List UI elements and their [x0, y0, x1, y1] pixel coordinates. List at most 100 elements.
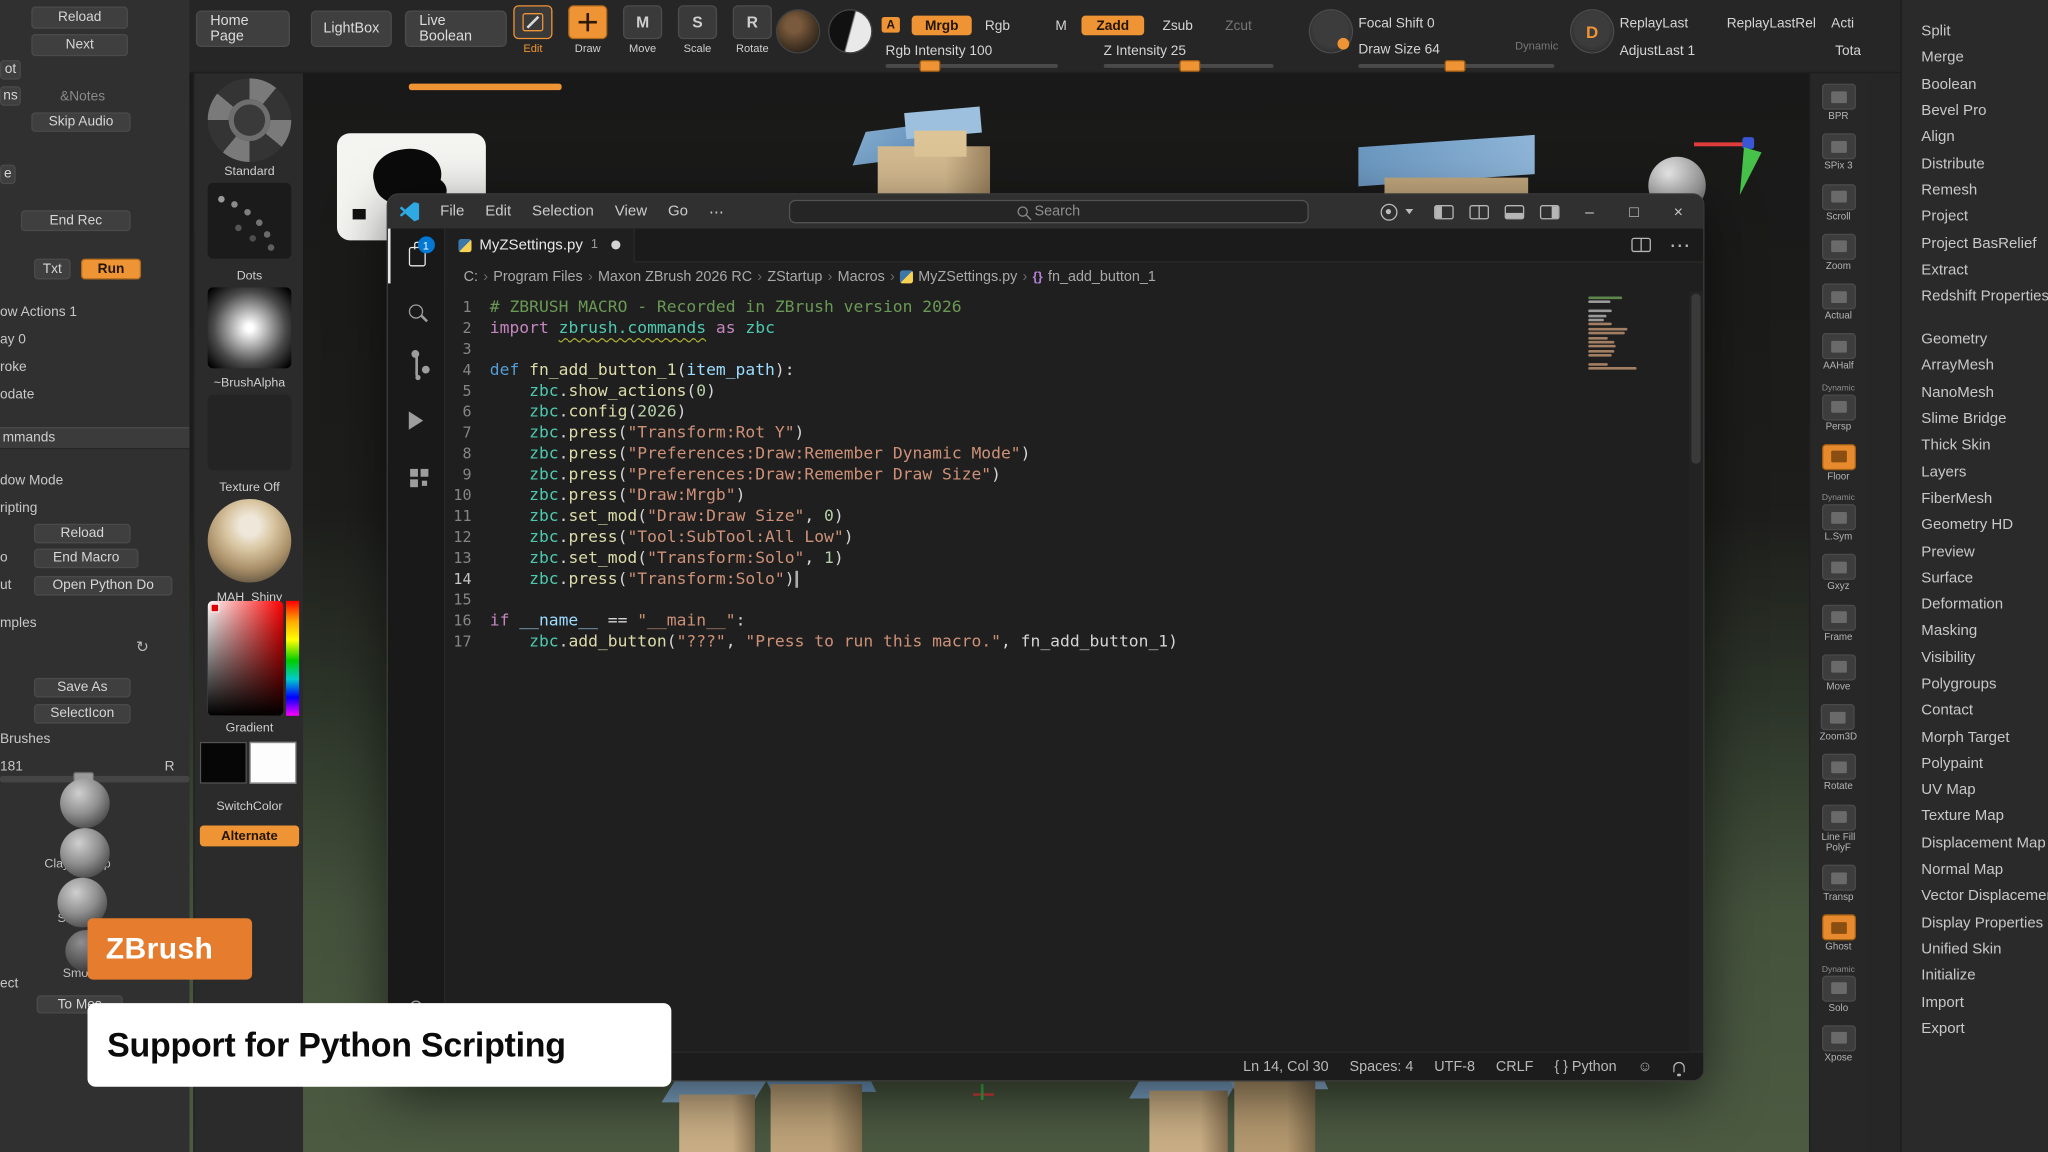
menu-item[interactable]: Masking [1921, 618, 2048, 645]
editor-scrollbar[interactable] [1689, 291, 1703, 1051]
left-panel-item[interactable]: End Macro [34, 549, 138, 569]
menu-item[interactable]: Texture Map [1921, 804, 2048, 831]
viewport-control[interactable]: BPR [1821, 84, 1855, 122]
viewport-control[interactable]: Move [1821, 654, 1855, 692]
a-toggle[interactable]: A [882, 17, 900, 33]
secondary-color-swatch[interactable] [249, 742, 296, 784]
menu-item[interactable]: Contact [1921, 698, 2048, 725]
breadcrumb-item[interactable]: Maxon ZBrush 2026 RC [598, 269, 752, 285]
menu-item[interactable]: Polygroups [1921, 671, 2048, 698]
viewport-control[interactable]: Xpose [1821, 1025, 1855, 1063]
viewport-control[interactable]: Zoom3D [1820, 704, 1858, 742]
menu-item[interactable]: Split [1921, 18, 2048, 45]
minimap[interactable] [1588, 296, 1643, 369]
toggle-sidebar-icon[interactable] [1434, 204, 1454, 218]
menu-item[interactable]: Remesh [1921, 177, 2048, 204]
tool-button[interactable]: S Scale [674, 5, 721, 55]
gizmo-x-axis[interactable] [1694, 142, 1749, 146]
code-line[interactable]: 11 zbc.set_mod("Draw:Draw Size", 0) [445, 505, 1703, 526]
left-panel-item[interactable]: Save As [34, 678, 131, 698]
toggle-panel-icon[interactable] [1505, 204, 1525, 218]
breadcrumb-item[interactable]: {}fn_add_button_1 [1033, 269, 1156, 285]
chevron-down-icon[interactable] [1405, 209, 1413, 214]
menu-item[interactable]: Align [1921, 124, 2048, 151]
left-panel-item[interactable]: Reload [31, 7, 128, 29]
left-panel-item[interactable]: &Notes [60, 89, 117, 105]
menu-item[interactable]: Layers [1921, 459, 2048, 486]
menu-item[interactable]: Merge [1921, 45, 2048, 72]
code-line[interactable]: 8 zbc.press("Preferences:Draw:Remember D… [445, 443, 1703, 464]
code-line[interactable]: 7 zbc.press("Transform:Rot Y") [445, 422, 1703, 443]
nav-button[interactable]: Live Boolean [405, 10, 507, 47]
source-control-icon[interactable] [387, 338, 444, 393]
menu-item[interactable]: Import [1921, 989, 2048, 1016]
left-panel-item[interactable]: 181 [0, 759, 31, 775]
code-line[interactable]: 17 zbc.add_button("???", "Press to run t… [445, 631, 1703, 652]
tool-button[interactable]: M Move [619, 5, 666, 55]
menu-item[interactable]: Normal Map [1921, 857, 2048, 884]
code-line[interactable]: 14 zbc.press("Transform:Solo") [445, 568, 1703, 589]
left-panel-item[interactable]: SelectIcon [34, 704, 131, 724]
menu-item[interactable]: NanoMesh [1921, 380, 2048, 407]
viewport-control[interactable]: AAHalf [1821, 333, 1855, 371]
brush-thumb-claybuildup[interactable] [60, 828, 110, 878]
slider-handle[interactable] [1179, 60, 1200, 72]
vscode-titlebar[interactable]: FileEditSelectionViewGo⋯ Search – □ × [388, 195, 1703, 229]
zsub-button[interactable]: Zsub [1162, 18, 1192, 34]
zadd-button[interactable]: Zadd [1081, 16, 1144, 36]
left-panel-item[interactable]: o [0, 550, 13, 566]
status-item[interactable]: CRLF [1496, 1059, 1534, 1075]
split-editor-icon[interactable] [1469, 204, 1489, 218]
left-panel-item[interactable]: mples [0, 615, 55, 631]
brush-preview[interactable] [208, 78, 292, 162]
tool-button[interactable]: R Rotate [729, 5, 776, 55]
left-panel-item[interactable]: ot [0, 60, 21, 80]
left-panel-item[interactable]: ns [0, 86, 21, 106]
left-panel-item[interactable]: mmands [0, 427, 189, 449]
main-color-swatch[interactable] [200, 742, 247, 784]
mrgb-button[interactable]: Mrgb [912, 16, 972, 36]
left-panel-item[interactable]: ay 0 [0, 332, 44, 348]
viewport-control[interactable]: Dynamic Persp [1821, 383, 1855, 432]
left-panel-item[interactable]: Reload [34, 524, 131, 544]
menu-item[interactable]: Visibility [1921, 645, 2048, 672]
menu-item[interactable]: Vector Displacement [1921, 883, 2048, 910]
menu-item[interactable]: Project BasRelief [1921, 230, 2048, 257]
breadcrumb-item[interactable]: ZStartup [767, 269, 822, 285]
rgb-intensity-slider-label[interactable]: Rgb Intensity 100 [886, 43, 993, 59]
viewport-control[interactable]: Transp [1821, 865, 1855, 903]
menu-item[interactable]: Geometry [1921, 327, 2048, 354]
adjust-last-slider-label[interactable]: AdjustLast 1 [1620, 43, 1695, 59]
viewport-control[interactable]: SPix 3 [1821, 134, 1855, 172]
hue-strip[interactable] [286, 601, 299, 716]
tab-myzsettings[interactable]: MyZSettings.py 1 [445, 228, 634, 262]
left-panel-item[interactable]: dow Mode [0, 473, 76, 489]
alpha-preview[interactable] [208, 287, 292, 368]
menu-item[interactable]: Preview [1921, 539, 2048, 566]
viewport-control[interactable]: Line Fill PolyF [1811, 804, 1866, 853]
menu-item[interactable]: Geometry HD [1921, 512, 2048, 539]
scrollbar-thumb[interactable] [1691, 294, 1700, 464]
menubar-item[interactable]: View [604, 195, 657, 229]
editor-actions-more-icon[interactable]: ⋯ [1669, 232, 1690, 258]
code-line[interactable]: 13 zbc.set_mod("Transform:Solo", 1) [445, 547, 1703, 568]
maximize-button[interactable]: □ [1614, 195, 1653, 229]
status-item[interactable]: Spaces: 4 [1350, 1059, 1414, 1075]
viewport-control[interactable]: Scroll [1821, 184, 1855, 222]
explorer-icon[interactable]: 1 [387, 229, 444, 284]
menu-item[interactable]: UV Map [1921, 777, 2048, 804]
left-panel-item[interactable]: Next [31, 34, 128, 56]
acti-button[interactable]: Acti [1831, 16, 1854, 32]
dynamic-label[interactable]: Dynamic [1515, 39, 1558, 52]
left-panel-item[interactable]: ripting [0, 500, 57, 516]
code-line[interactable]: 1# ZBRUSH MACRO - Recorded in ZBrush ver… [445, 296, 1703, 317]
menu-item[interactable]: Slime Bridge [1921, 406, 2048, 433]
lightbox-divider-handle[interactable] [409, 84, 562, 91]
status-item[interactable]: UTF-8 [1434, 1059, 1475, 1075]
menubar-item[interactable]: Edit [475, 195, 522, 229]
bw-sphere-icon[interactable] [829, 10, 871, 52]
rgb-button[interactable]: Rgb [985, 18, 1010, 34]
menu-item[interactable]: Displacement Map [1921, 830, 2048, 857]
status-item[interactable]: { } Python [1554, 1059, 1616, 1075]
breadcrumb-item[interactable]: MyZSettings.py [900, 269, 1017, 285]
